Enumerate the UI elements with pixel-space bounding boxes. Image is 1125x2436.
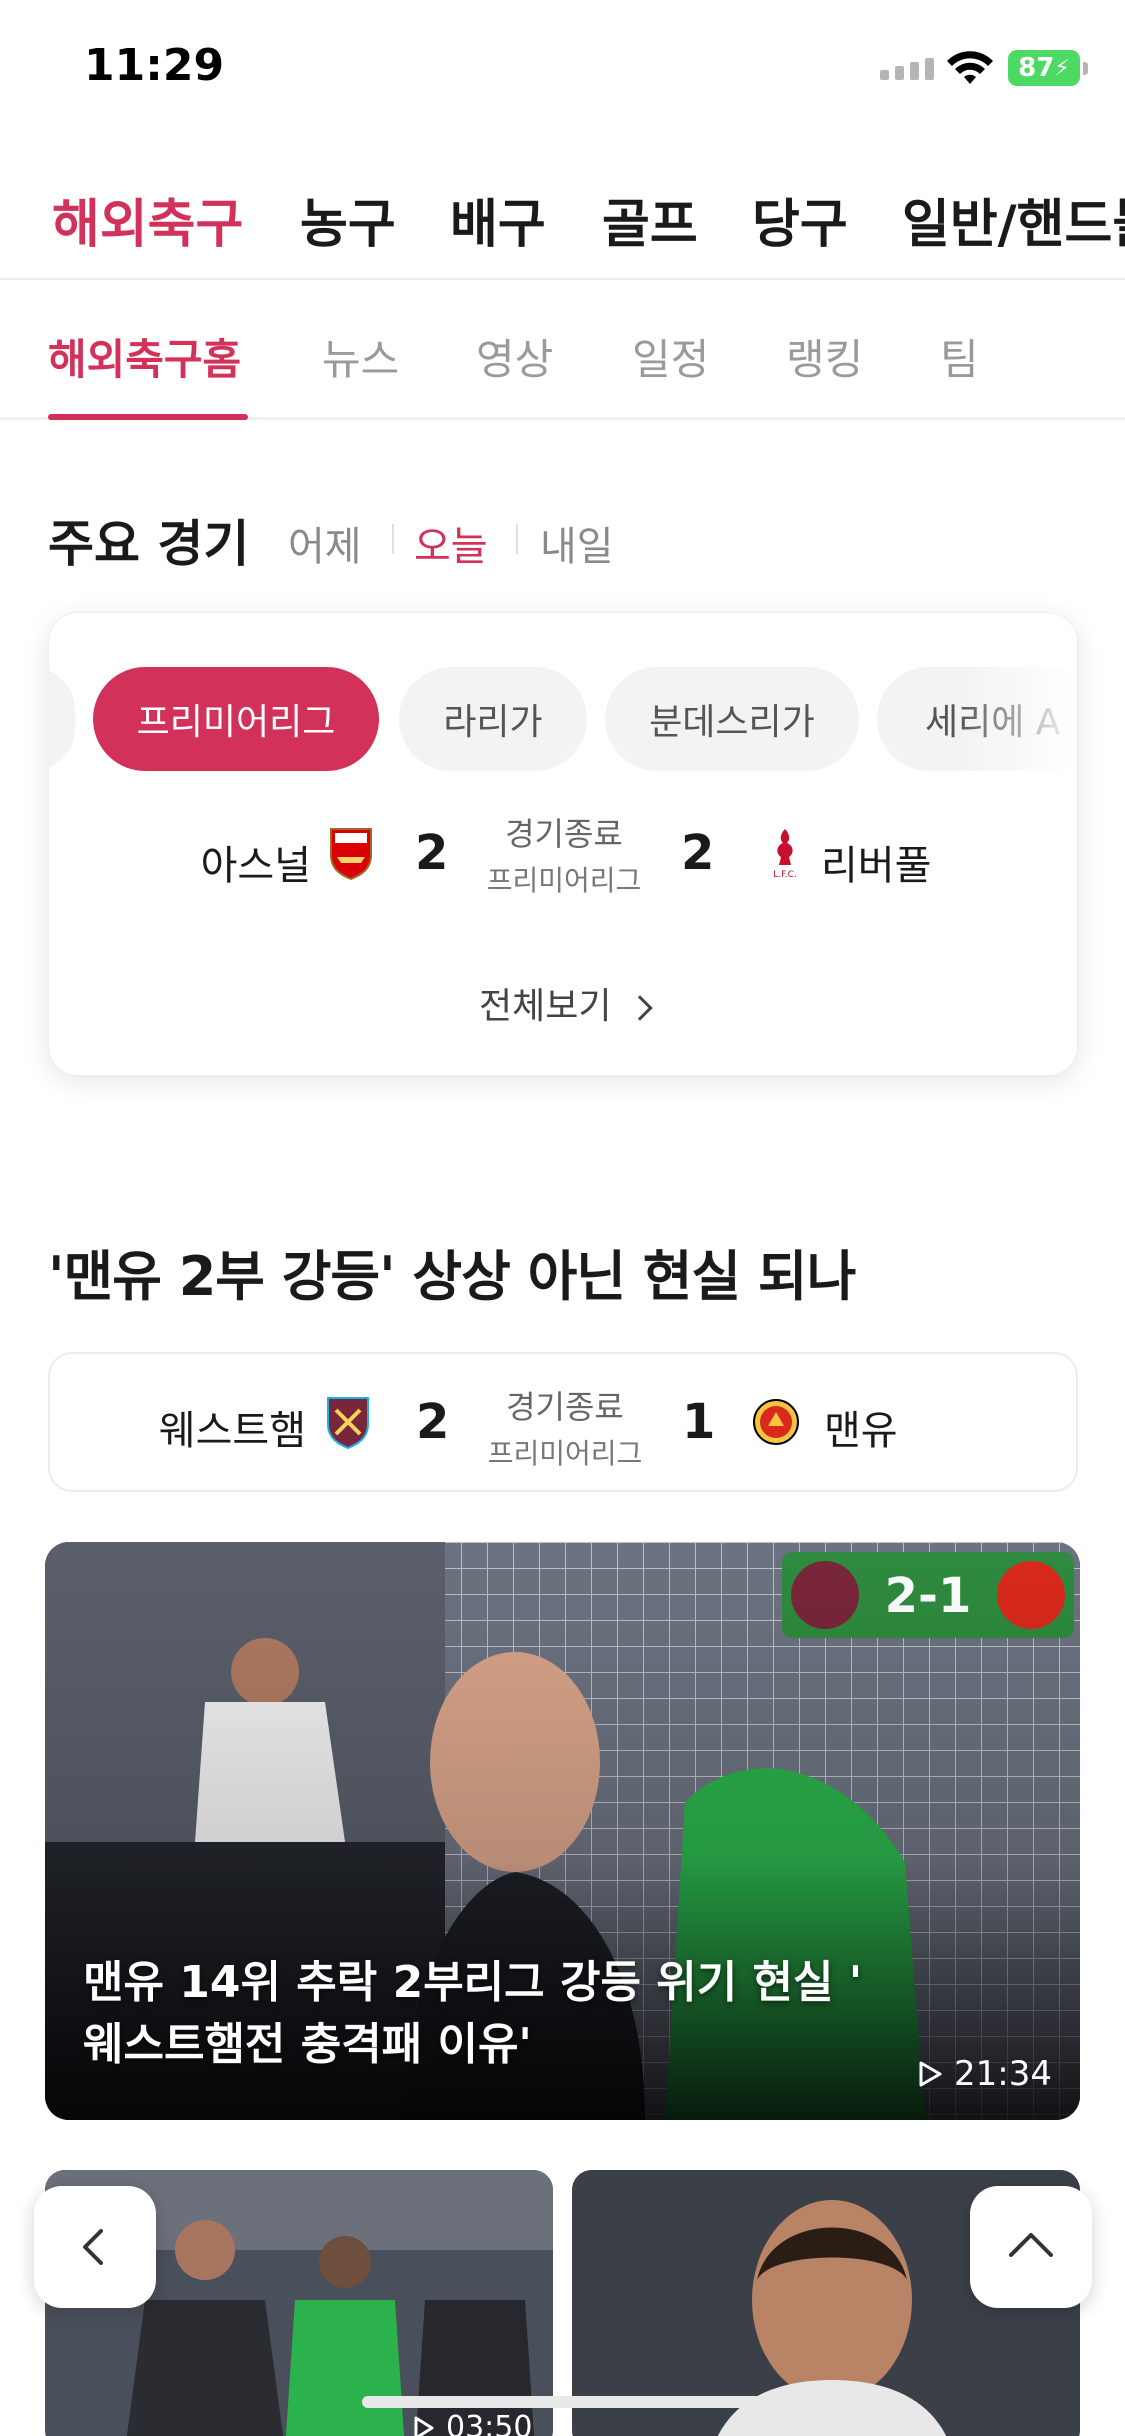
- away-score: 2: [681, 825, 715, 881]
- tab-overseas-home[interactable]: 해외축구홈: [48, 326, 241, 387]
- battery-cap: [1083, 62, 1088, 75]
- match-status: 경기종료 프리미어리그: [465, 1382, 665, 1472]
- chevron-left-icon: [83, 2229, 103, 2265]
- home-score: 2: [416, 1394, 450, 1450]
- match-row[interactable]: 아스널 2 경기종료 프리미어리그 2 L.F.C. 리버풀: [49, 815, 1077, 931]
- match-status-text: 경기종료: [506, 1388, 624, 1426]
- small-video-duration-text: 03:50: [446, 2410, 533, 2436]
- arsenal-crest-icon: [330, 828, 372, 881]
- match-league-text: 프리미어리그: [487, 1437, 643, 1470]
- status-time: 11:29: [84, 40, 225, 91]
- league-chip-prev[interactable]: [49, 667, 75, 771]
- westham-crest-icon: [327, 1397, 369, 1450]
- play-icon: [414, 2416, 434, 2436]
- league-chip-premier[interactable]: 프리미어리그: [93, 667, 379, 771]
- sub-tabs: 해외축구홈 뉴스 영상 일정 랭킹 팀: [0, 282, 1125, 420]
- home-team-name: 아스널: [200, 843, 311, 889]
- match-status: 경기종료 프리미어리그: [464, 809, 664, 899]
- home-score: 2: [415, 825, 449, 881]
- manutd-crest-icon: [753, 1399, 799, 1445]
- news-headline[interactable]: '맨유 2부 강등' 상상 아닌 현실 되나: [48, 1232, 856, 1311]
- league-chips: 프리미어리그 라리가 분데스리가 세리에 A: [49, 667, 1077, 771]
- section-title: 주요 경기: [48, 515, 250, 573]
- tab-billiards[interactable]: 당구: [752, 182, 848, 257]
- svg-text:L.F.C.: L.F.C.: [773, 870, 797, 879]
- chevron-right-icon: [627, 995, 653, 1021]
- day-divider: [392, 524, 394, 554]
- tab-news[interactable]: 뉴스: [322, 326, 399, 387]
- news-match-card[interactable]: 웨스트햄 2 경기종료 프리미어리그 1 맨유: [48, 1352, 1078, 1492]
- league-chip-laliga[interactable]: 라리가: [399, 667, 587, 771]
- away-team-name: 맨유: [824, 1408, 898, 1454]
- day-today[interactable]: 오늘: [414, 514, 488, 572]
- tab-basketball[interactable]: 농구: [300, 182, 396, 257]
- day-yesterday[interactable]: 어제: [288, 514, 362, 572]
- tab-video[interactable]: 영상: [476, 326, 553, 387]
- category-tabs: 해외축구 농구 배구 골프 당구 일반/핸드볼: [0, 168, 1125, 280]
- home-team-name: 웨스트햄: [158, 1408, 306, 1454]
- home-indicator: [362, 2396, 762, 2408]
- liverpool-crest-icon: L.F.C.: [773, 829, 797, 879]
- match-league-text: 프리미어리그: [486, 864, 642, 897]
- day-divider: [516, 524, 518, 554]
- view-all-link[interactable]: 전체보기: [49, 977, 1077, 1029]
- video-duration: 21:34: [914, 2054, 1052, 2094]
- play-icon: [919, 2061, 942, 2087]
- battery-icon: 87 ⚡: [1008, 50, 1080, 86]
- tab-general-handball[interactable]: 일반/핸드볼: [902, 182, 1125, 257]
- tab-schedule[interactable]: 일정: [632, 326, 709, 387]
- tab-overseas-football[interactable]: 해외축구: [52, 182, 243, 257]
- tab-team[interactable]: 팀: [940, 326, 979, 387]
- status-bar: 11:29 87 ⚡: [0, 0, 1125, 140]
- small-video-duration: 03:50: [410, 2410, 532, 2436]
- battery-level: 87: [1018, 53, 1055, 83]
- tab-volleyball[interactable]: 배구: [450, 182, 546, 257]
- active-tab-indicator: [48, 414, 248, 420]
- video-duration-text: 21:34: [954, 2054, 1052, 2094]
- signal-icon: [880, 58, 934, 80]
- chips-fade: [959, 667, 1077, 771]
- away-team-name: 리버풀: [821, 843, 932, 889]
- main-match-card: 프리미어리그 라리가 분데스리가 세리에 A 아스널 2 경기종료 프리미어리그…: [48, 612, 1078, 1076]
- tab-golf[interactable]: 골프: [602, 182, 698, 257]
- wifi-icon: [947, 51, 993, 84]
- chevron-up-icon: [1009, 2233, 1053, 2257]
- view-all-label: 전체보기: [479, 986, 612, 1027]
- away-score: 1: [682, 1394, 716, 1450]
- tab-ranking[interactable]: 랭킹: [786, 326, 863, 387]
- video-title: 맨유 14위 추락 2부리그 강등 위기 현실 ' 웨스트햄전 충격패 이유': [83, 1957, 863, 2070]
- scroll-top-button[interactable]: [970, 2186, 1092, 2308]
- league-chip-bundesliga[interactable]: 분데스리가: [605, 667, 859, 771]
- day-tomorrow[interactable]: 내일: [540, 514, 614, 572]
- back-button[interactable]: [34, 2186, 156, 2308]
- news-video-thumbnail[interactable]: 2-1 맨유 14위 추락 2부리그 강등 위기 현실 ' 웨스트햄전 충격패 …: [45, 1542, 1080, 2120]
- match-status-text: 경기종료: [505, 815, 623, 853]
